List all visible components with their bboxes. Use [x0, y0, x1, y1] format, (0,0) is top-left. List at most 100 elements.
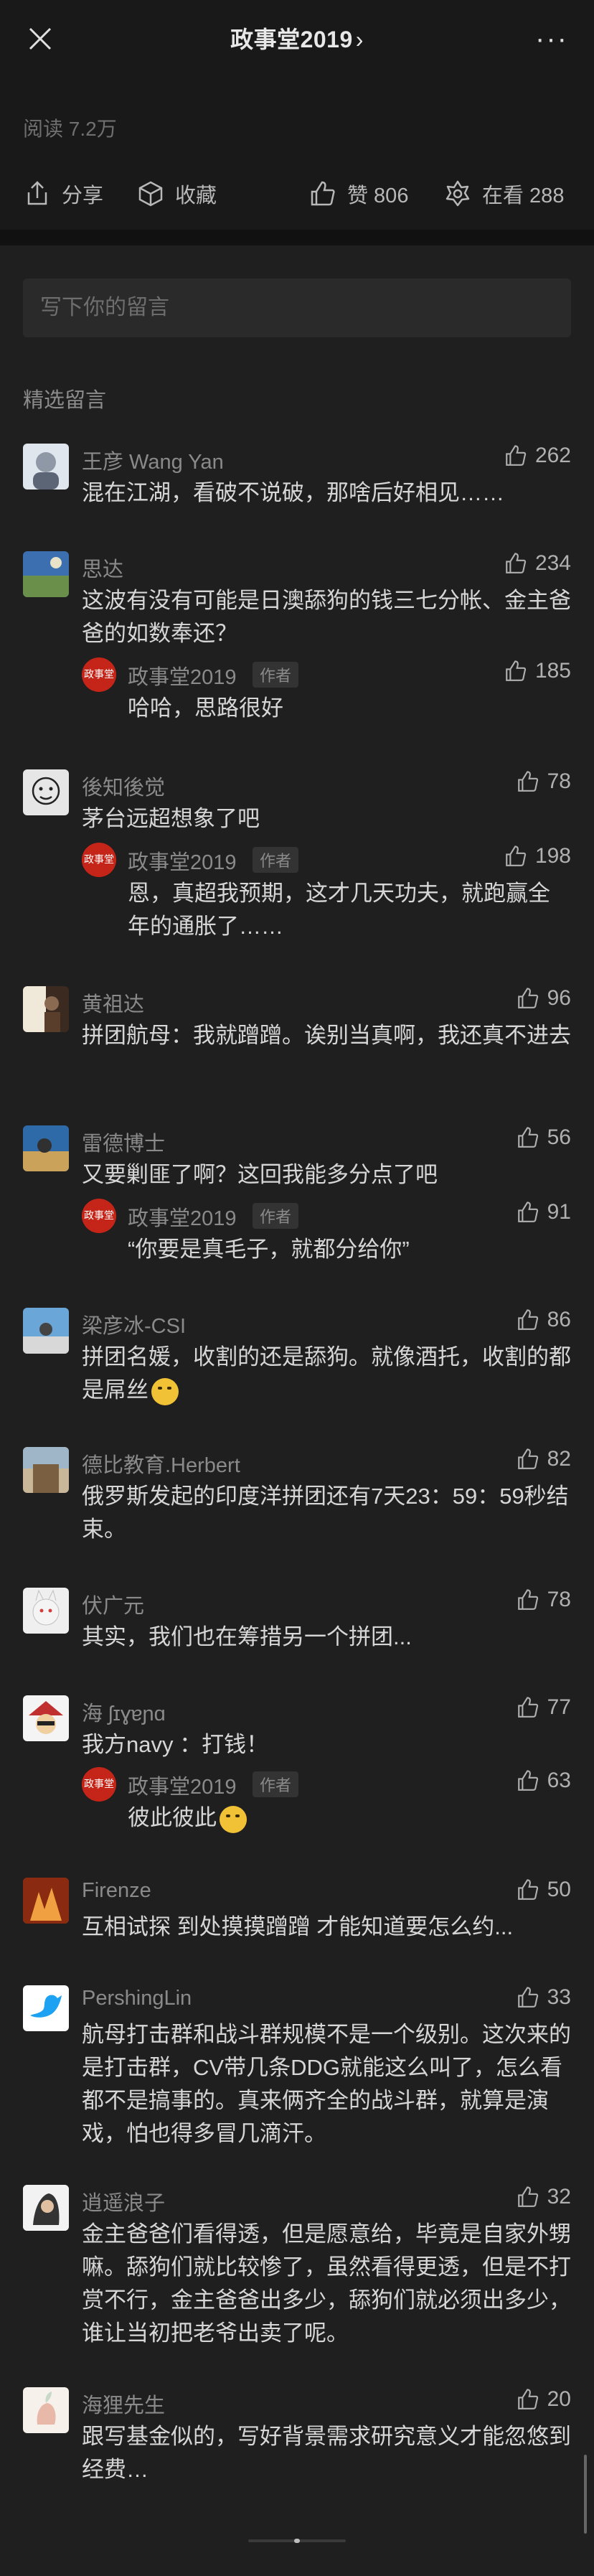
comment-text: 其实，我们也在筹措另一个拼团...	[82, 1624, 412, 1649]
watch-button[interactable]: 在看 288	[443, 165, 564, 223]
like-count: 185	[534, 659, 571, 683]
author-avatar[interactable]: 政事堂	[82, 657, 116, 692]
comment-like-button[interactable]: 77	[516, 1695, 571, 1720]
comment-like-button[interactable]: 86	[516, 1308, 571, 1332]
comment-like-button[interactable]: 262	[504, 444, 571, 468]
scrollbar[interactable]	[584, 2455, 587, 2534]
comment-text: 俄罗斯发起的印度洋拼团还有7天23：59：59秒结束。	[82, 1484, 569, 1542]
like-count: 96	[547, 986, 571, 1010]
commenter-name[interactable]: 王彦 Wang Yan	[82, 445, 224, 475]
author-avatar[interactable]: 政事堂	[82, 1767, 116, 1802]
thumbs-up-icon	[517, 1127, 538, 1148]
author-name: 政事堂2019	[128, 851, 237, 874]
avatar[interactable]	[23, 2185, 69, 2231]
commenter-name[interactable]: 德比教育.Herbert	[82, 1448, 240, 1479]
page-dot-indicator	[294, 2539, 300, 2543]
comment-like-button[interactable]: 78	[516, 1588, 571, 1612]
reply-like-button[interactable]: 185	[504, 659, 571, 683]
author-name: 政事堂2019	[128, 1207, 237, 1230]
comment-text: 拼团航母：我就蹭蹭。诶别当真啊，我还真不进去	[82, 1023, 571, 1048]
comment-like-button[interactable]: 33	[516, 1985, 571, 2010]
commenter-name[interactable]: 海狸先生	[82, 2389, 165, 2419]
account-title-link[interactable]: 政事堂2019 ›	[0, 22, 594, 55]
comment-input[interactable]: 写下你的留言	[23, 278, 571, 337]
comment-like-button[interactable]: 56	[516, 1125, 571, 1150]
smirk-emoji-icon	[151, 1377, 179, 1405]
thumbs-up-icon	[517, 1770, 538, 1791]
author-name: 政事堂2019	[128, 666, 237, 689]
avatar[interactable]	[23, 1308, 69, 1354]
commenter-name[interactable]: 梁彦冰-CSI	[82, 1309, 186, 1339]
thumbs-up-icon	[517, 2186, 538, 2207]
avatar[interactable]	[23, 1985, 69, 2031]
like-button[interactable]: 赞 806	[308, 165, 408, 223]
comment-like-button[interactable]: 96	[516, 986, 571, 1011]
like-count: 234	[534, 551, 571, 575]
flower-icon	[446, 180, 470, 207]
like-count: 20	[547, 2387, 571, 2411]
author-name: 政事堂2019	[128, 1776, 237, 1799]
comment-like-button[interactable]: 82	[516, 1447, 571, 1471]
thumbs-up-icon	[517, 771, 538, 792]
author-tag: 作者	[253, 1203, 299, 1229]
reply-like-button[interactable]: 91	[516, 1200, 571, 1224]
thumbs-up-icon	[517, 988, 538, 1008]
like-count: 91	[547, 1200, 571, 1224]
avatar[interactable]	[23, 1695, 69, 1741]
avatar[interactable]	[23, 1588, 69, 1634]
top-nav-bar: 政事堂2019 › ···	[0, 0, 594, 79]
comments-area: 写下你的留言 精选留言 王彦 Wang Yan 262 混在江湖，看破不说破，那…	[0, 245, 594, 2576]
like-count: 198	[534, 844, 571, 868]
thumbs-up-icon	[506, 846, 527, 866]
comment-like-button[interactable]: 78	[516, 769, 571, 794]
like-count: 78	[547, 1588, 571, 1611]
comment-like-button[interactable]: 32	[516, 2185, 571, 2209]
reply-like-button[interactable]: 63	[516, 1769, 571, 1793]
thumbs-up-icon	[506, 660, 527, 681]
more-icon[interactable]: ···	[535, 24, 568, 53]
commenter-name[interactable]: 逍遥浪子	[82, 2186, 165, 2216]
comment-like-button[interactable]: 234	[504, 551, 571, 576]
reply-like-button[interactable]: 198	[504, 844, 571, 868]
thumbs-up-icon	[506, 553, 527, 573]
read-count: 阅读 7.2万	[23, 118, 117, 140]
thumbs-up-icon	[517, 1202, 538, 1222]
commenter-name[interactable]: PershingLin	[82, 1987, 192, 2010]
avatar[interactable]	[23, 551, 69, 597]
author-avatar[interactable]: 政事堂	[82, 1199, 116, 1233]
like-count: 262	[534, 444, 571, 467]
reply-text: 彼此彼此	[128, 1802, 571, 1835]
comment-text: 拼团名媛，收割的还是舔狗。就像酒托，收割的都是屌丝	[82, 1341, 571, 1407]
divider	[0, 230, 594, 245]
avatar[interactable]	[23, 444, 69, 490]
thumbs-up-icon	[311, 181, 335, 206]
collect-button[interactable]: 收藏	[136, 165, 217, 223]
avatar[interactable]	[23, 769, 69, 815]
commenter-name[interactable]: 雷德博士	[82, 1127, 165, 1157]
comment-like-button[interactable]: 50	[516, 1878, 571, 1902]
commenter-name[interactable]: 後知後觉	[82, 771, 165, 801]
like-count: 63	[547, 1769, 571, 1792]
collect-label: 收藏	[175, 184, 217, 207]
share-button[interactable]: 分享	[23, 165, 103, 223]
commenter-name[interactable]: 伏广元	[82, 1589, 144, 1619]
comment-text: 金主爸爸们看得透，但是愿意给，毕竟是自家外甥嘛。舔狗们就比较惨了，虽然看得更透，…	[82, 2221, 571, 2346]
comment-text: 跟写基金似的，写好背景需求研究意义才能忽悠到经费…	[82, 2424, 571, 2482]
commenter-name[interactable]: 黄祖达	[82, 988, 144, 1018]
avatar[interactable]	[23, 1125, 69, 1171]
author-avatar[interactable]: 政事堂	[82, 843, 116, 877]
commenter-name[interactable]: Firenze	[82, 1879, 151, 1903]
avatar[interactable]	[23, 1447, 69, 1493]
share-icon	[27, 181, 47, 205]
commenter-name[interactable]: 思达	[82, 553, 123, 583]
commenter-name[interactable]: 海 ʃɪɣɐɲɑ	[82, 1697, 166, 1727]
comment-text: 混在江湖，看破不说破，那啥后好相见……	[82, 480, 504, 505]
reply-text: “你要是真毛子，就都分给你”	[128, 1237, 410, 1262]
avatar[interactable]	[23, 986, 69, 1032]
reply-text-content: 彼此彼此	[128, 1805, 217, 1830]
avatar[interactable]	[23, 2387, 69, 2433]
like-count: 56	[547, 1125, 571, 1149]
account-title[interactable]: 政事堂2019	[230, 27, 353, 52]
avatar[interactable]	[23, 1878, 69, 1924]
comment-like-button[interactable]: 20	[516, 2387, 571, 2412]
